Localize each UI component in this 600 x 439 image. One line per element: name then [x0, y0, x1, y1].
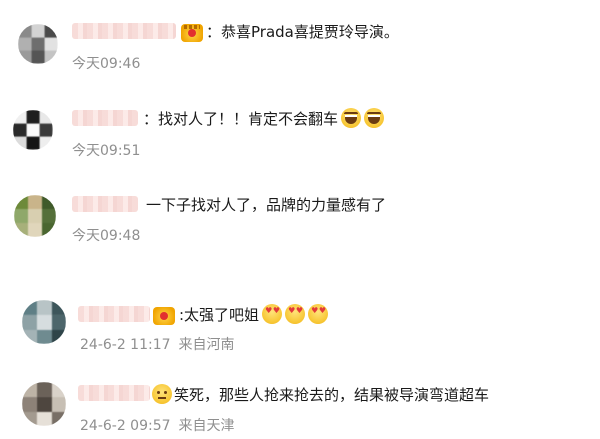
username-blurred[interactable]: [72, 196, 138, 212]
laugh-emoji-icon: [341, 108, 362, 128]
avatar[interactable]: [22, 300, 66, 344]
comment-text: :太强了吧姐: [179, 304, 329, 325]
comment-text: 笑死，那些人抢来抢去的，结果被导演弯道超车: [152, 384, 489, 405]
kiss-emoji-icon: [308, 304, 329, 324]
comment-time: 今天09:51: [72, 143, 141, 159]
avatar-mosaic: [22, 382, 66, 426]
avatar[interactable]: [14, 195, 56, 237]
avatar[interactable]: [13, 110, 53, 150]
comment-item: ：找对人了！！肯定不会翻车 今天09:51: [0, 0, 600, 159]
comment-text-content: :太强了吧姐: [179, 306, 260, 324]
avatar[interactable]: [22, 382, 66, 426]
comment-text: ：找对人了！！肯定不会翻车: [143, 108, 385, 129]
comment-meta: 24-6-2 11:17 来自河南: [80, 336, 235, 354]
username-blurred[interactable]: [78, 385, 150, 401]
comment-text-content: 笑死，那些人抢来抢去的，结果被导演弯道超车: [174, 386, 490, 404]
comment-location: 来自河南: [178, 337, 235, 353]
avatar-mosaic: [22, 300, 66, 344]
comment-meta: 今天09:51: [72, 142, 140, 160]
comment-time: 24-6-2 09:57: [80, 418, 171, 434]
kiss-emoji-icon: [262, 304, 283, 324]
username-blurred[interactable]: [78, 306, 150, 322]
comment-time: 今天09:48: [72, 228, 141, 244]
comment-text: 一下子找对人了，品牌的力量感有了: [146, 195, 386, 215]
comment-text-content: ：找对人了！！肯定不会翻车: [143, 110, 339, 128]
kiss-emoji-icon: [285, 304, 306, 324]
comment-time: 24-6-2 11:17: [80, 337, 171, 353]
thinking-emoji-icon: [152, 384, 172, 404]
laugh-emoji-icon: [364, 108, 385, 128]
avatar-mosaic: [14, 195, 56, 237]
comment-meta: 今天09:48: [72, 227, 140, 245]
comment-meta: 24-6-2 09:57 来自天津: [80, 417, 235, 435]
comment-text-content: 一下子找对人了，品牌的力量感有了: [146, 196, 387, 214]
comment-location: 来自天津: [178, 418, 235, 434]
avatar-mosaic: [13, 110, 53, 150]
username-blurred[interactable]: [72, 110, 138, 126]
fan-badge-icon: [153, 307, 175, 325]
